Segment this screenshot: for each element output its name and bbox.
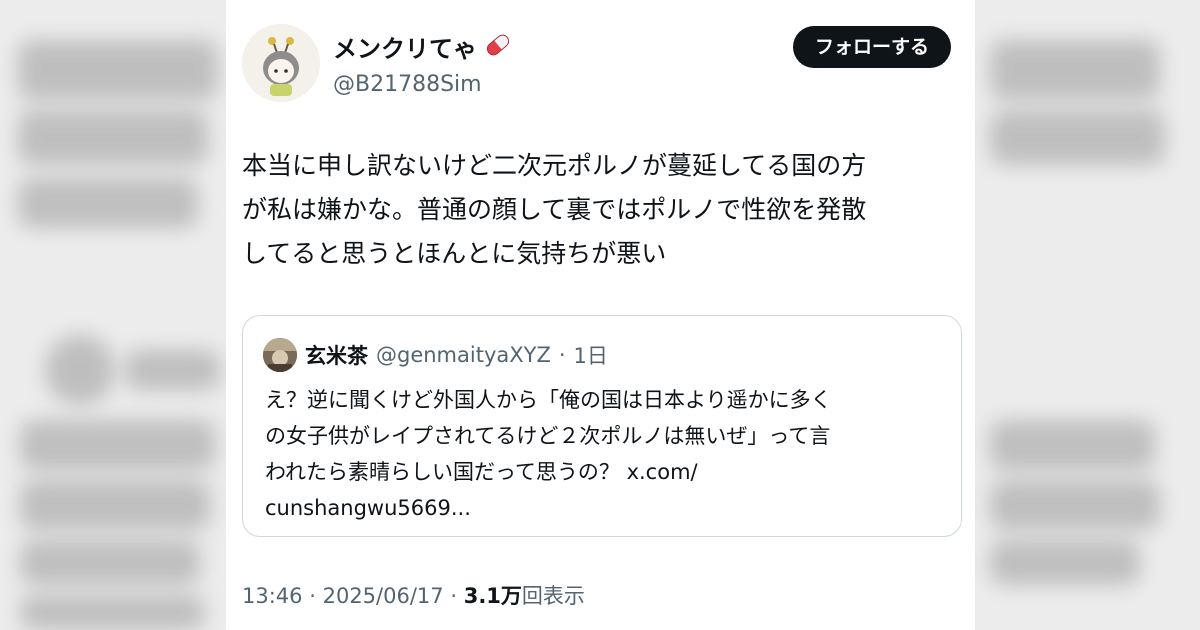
views-label: 回表示 bbox=[521, 584, 585, 608]
quoted-author-name: 玄米茶 bbox=[305, 344, 368, 368]
quoted-tweet-header: 玄米茶 @genmaityaXYZ · 1日 bbox=[263, 338, 608, 372]
quoted-time: 1日 bbox=[573, 344, 608, 368]
footer-separator: · bbox=[450, 584, 458, 608]
post-time[interactable]: 13:46 bbox=[242, 584, 303, 608]
post-date[interactable]: 2025/06/17 bbox=[323, 584, 444, 608]
tweet-footer: 13:46 · 2025/06/17 · 3.1万回表示 bbox=[242, 580, 585, 610]
author-name-block: メンクリてゃ @B21788Sim bbox=[333, 30, 513, 100]
views-count: 3.1万 bbox=[463, 584, 522, 608]
author-display-name[interactable]: メンクリてゃ bbox=[333, 30, 513, 68]
tweet-card: メンクリてゃ @B21788Sim フォローする 本当に申し訳ないけど二次元ポル… bbox=[226, 0, 975, 630]
quoted-tweet-text: え？逆に聞くけど外国人から「俺の国は日本より遥かに多く の女子供がレイプされてる… bbox=[265, 388, 832, 520]
tweet-header: メンクリてゃ @B21788Sim フォローする bbox=[242, 24, 951, 104]
footer-separator: · bbox=[309, 584, 316, 608]
tweet-text: 本当に申し訳ないけど二次元ポルノが蔓延してる国の方 が私は嫌かな。普通の顔して裏… bbox=[242, 151, 867, 268]
author-handle[interactable]: @B21788Sim bbox=[333, 70, 513, 100]
pill-icon bbox=[483, 30, 513, 68]
quoted-author-handle: @genmaityaXYZ bbox=[376, 343, 551, 367]
author-avatar[interactable] bbox=[242, 24, 320, 102]
quoted-tweet[interactable]: 玄米茶 @genmaityaXYZ · 1日 え？逆に聞くけど外国人から「俺の国… bbox=[242, 315, 962, 537]
quoted-author-avatar bbox=[263, 338, 297, 372]
quoted-separator: · bbox=[558, 343, 566, 367]
author-display-name-text: メンクリてゃ bbox=[333, 35, 477, 63]
follow-button[interactable]: フォローする bbox=[792, 26, 951, 68]
